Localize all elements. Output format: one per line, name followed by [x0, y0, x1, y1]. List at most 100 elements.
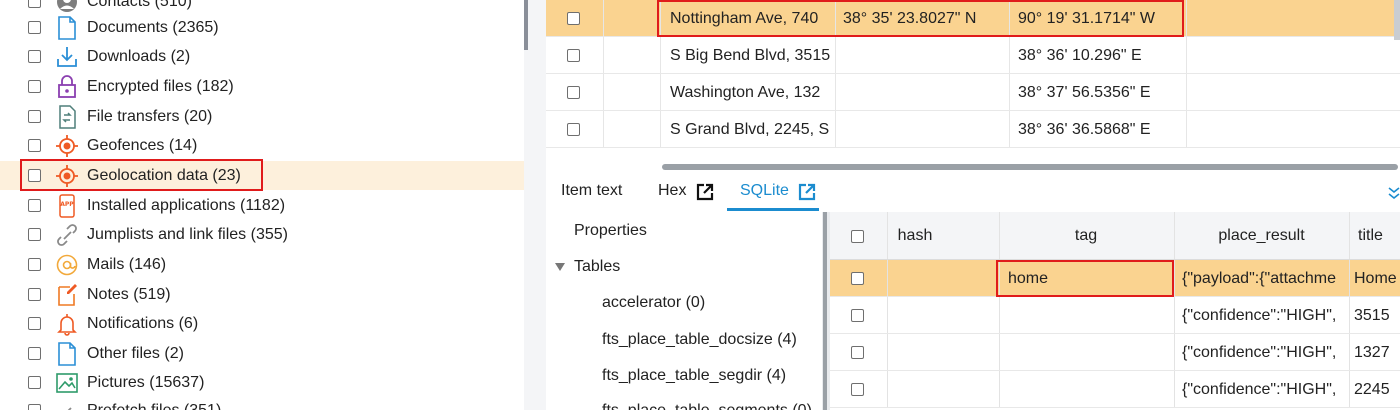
latitude-cell — [843, 74, 1009, 111]
pane-splitter[interactable] — [822, 212, 830, 410]
latitude-cell: 38° 35' 23.8027" N — [843, 10, 977, 27]
tag-cell — [1008, 334, 1168, 371]
tree-checkbox[interactable] — [28, 404, 41, 410]
tree-item-prefetch-files[interactable]: Prefetch files (351) — [0, 396, 524, 410]
table-node[interactable]: fts_place_table_segdir (4) — [602, 367, 786, 385]
external-link-icon[interactable] — [798, 183, 816, 201]
place-result-cell: {"confidence":"HIGH", — [1182, 307, 1337, 324]
table-row[interactable]: {"confidence":"HIGH", 2245 — [830, 371, 1400, 408]
row-checkbox[interactable] — [851, 383, 864, 396]
tree-checkbox[interactable] — [28, 376, 41, 389]
tree-item-pictures[interactable]: Pictures (15637) — [0, 368, 524, 397]
tree-item-label: Notes (519) — [87, 285, 171, 303]
longitude-cell: 38° 37' 56.5356" E — [1018, 84, 1151, 101]
title-cell: Home — [1354, 270, 1397, 287]
tree-item-label: Mails (146) — [87, 255, 167, 273]
tree-item-jumplists[interactable]: Jumplists and link files (355) — [0, 220, 524, 249]
pane-splitter[interactable] — [524, 0, 546, 410]
document-icon — [58, 15, 76, 40]
tree-checkbox[interactable] — [28, 50, 41, 63]
tab-hex[interactable]: Hex — [658, 172, 686, 210]
column-header-hash[interactable]: hash — [887, 212, 943, 260]
hash-cell — [895, 334, 995, 371]
column-header-title[interactable]: title — [1358, 212, 1398, 260]
horizontal-scrollbar[interactable] — [662, 164, 1398, 170]
table-node[interactable]: fts_place_table_docsize (4) — [602, 331, 797, 349]
table-node[interactable]: fts_place_table_segments (0) — [602, 402, 812, 410]
row-checkbox[interactable] — [567, 49, 580, 62]
select-all-checkbox[interactable] — [851, 230, 864, 243]
vertical-scrollbar[interactable] — [1394, 0, 1400, 40]
table-node[interactable]: accelerator (0) — [602, 294, 705, 312]
tree-checkbox[interactable] — [28, 288, 41, 301]
sqlite-data-grid: hash tag place_result title home {"paylo… — [830, 212, 1400, 410]
hash-cell — [895, 297, 995, 334]
longitude-cell: 90° 19' 31.1714" W — [1018, 10, 1155, 27]
tree-checkbox[interactable] — [28, 0, 41, 8]
latitude-cell — [843, 111, 1009, 148]
row-checkbox[interactable] — [567, 123, 580, 136]
address-cell: Nottingham Ave, 740 — [670, 10, 819, 27]
picture-icon — [56, 372, 78, 393]
place-result-cell: {"payload":{"attachme — [1182, 270, 1337, 287]
tree-checkbox[interactable] — [28, 21, 41, 34]
tree-item-file-transfers[interactable]: File transfers (20) — [0, 102, 524, 131]
splitter-handle[interactable] — [823, 212, 827, 410]
table-row[interactable]: {"confidence":"HIGH", 1327 — [830, 334, 1400, 371]
hash-cell — [895, 260, 995, 297]
tree-checkbox[interactable] — [28, 139, 41, 152]
splitter-handle[interactable] — [524, 0, 528, 50]
tree-item-downloads[interactable]: Downloads (2) — [0, 42, 524, 71]
properties-node[interactable]: Properties — [574, 222, 647, 240]
row-checkbox[interactable] — [567, 12, 580, 25]
tree-item-geofences[interactable]: Geofences (14) — [0, 131, 524, 160]
tree-checkbox[interactable] — [28, 258, 41, 271]
prefetch-icon — [67, 406, 72, 410]
tree-item-label: Pictures (15637) — [87, 373, 205, 391]
row-checkbox[interactable] — [567, 86, 580, 99]
column-header-tag[interactable]: tag — [999, 212, 1173, 260]
tree-checkbox[interactable] — [28, 110, 41, 123]
tree-item-other-files[interactable]: Other files (2) — [0, 339, 524, 368]
table-row[interactable]: {"confidence":"HIGH", 3515 — [830, 297, 1400, 334]
table-row[interactable]: Washington Ave, 132 38° 37' 56.5356" E — [546, 74, 1400, 111]
expand-triangle-icon[interactable] — [554, 262, 566, 272]
note-icon — [58, 283, 77, 306]
chevron-down-icon[interactable] — [1388, 186, 1400, 200]
table-row[interactable]: home {"payload":{"attachme Home — [830, 260, 1400, 297]
contacts-icon — [57, 0, 77, 12]
download-icon — [57, 46, 77, 67]
tree-item-label: Geolocation data (23) — [87, 166, 241, 184]
tree-item-geolocation-data[interactable]: Geolocation data (23) — [0, 161, 524, 190]
tree-checkbox[interactable] — [28, 317, 41, 330]
title-cell: 3515 — [1354, 307, 1390, 324]
tree-checkbox[interactable] — [28, 169, 41, 182]
tag-cell — [1008, 371, 1168, 408]
tree-checkbox[interactable] — [28, 199, 41, 212]
place-result-cell: {"confidence":"HIGH", — [1182, 381, 1337, 398]
table-row[interactable]: S Big Bend Blvd, 3515 38° 36' 10.296" E — [546, 37, 1400, 74]
tree-item-label: Prefetch files (351) — [87, 401, 222, 410]
tree-item-notes[interactable]: Notes (519) — [0, 280, 524, 309]
tree-item-documents[interactable]: Documents (2365) — [0, 13, 524, 42]
tree-item-mails[interactable]: Mails (146) — [0, 250, 524, 279]
tab-sqlite[interactable]: SQLite — [740, 172, 789, 210]
tree-checkbox[interactable] — [28, 347, 41, 360]
address-cell: S Grand Blvd, 2245, S — [670, 121, 830, 138]
tree-checkbox[interactable] — [28, 228, 41, 241]
tree-item-notifications[interactable]: Notifications (6) — [0, 309, 524, 338]
row-checkbox[interactable] — [851, 309, 864, 322]
grid-header: hash tag place_result title — [830, 212, 1400, 260]
row-checkbox[interactable] — [851, 272, 864, 285]
tag-cell: home — [1008, 270, 1049, 287]
tree-item-installed-applications[interactable]: APP Installed applications (1182) — [0, 191, 524, 220]
tree-item-encrypted-files[interactable]: Encrypted files (182) — [0, 72, 524, 101]
tree-checkbox[interactable] — [28, 80, 41, 93]
external-link-icon[interactable] — [696, 183, 714, 201]
table-row[interactable]: S Grand Blvd, 2245, S 38° 36' 36.5868" E — [546, 111, 1400, 148]
tab-item-text[interactable]: Item text — [561, 172, 622, 210]
row-checkbox[interactable] — [851, 346, 864, 359]
tables-node[interactable]: Tables — [574, 258, 620, 276]
table-row[interactable]: Nottingham Ave, 740 38° 35' 23.8027" N 9… — [546, 0, 1400, 37]
column-header-place-result[interactable]: place_result — [1174, 212, 1349, 260]
